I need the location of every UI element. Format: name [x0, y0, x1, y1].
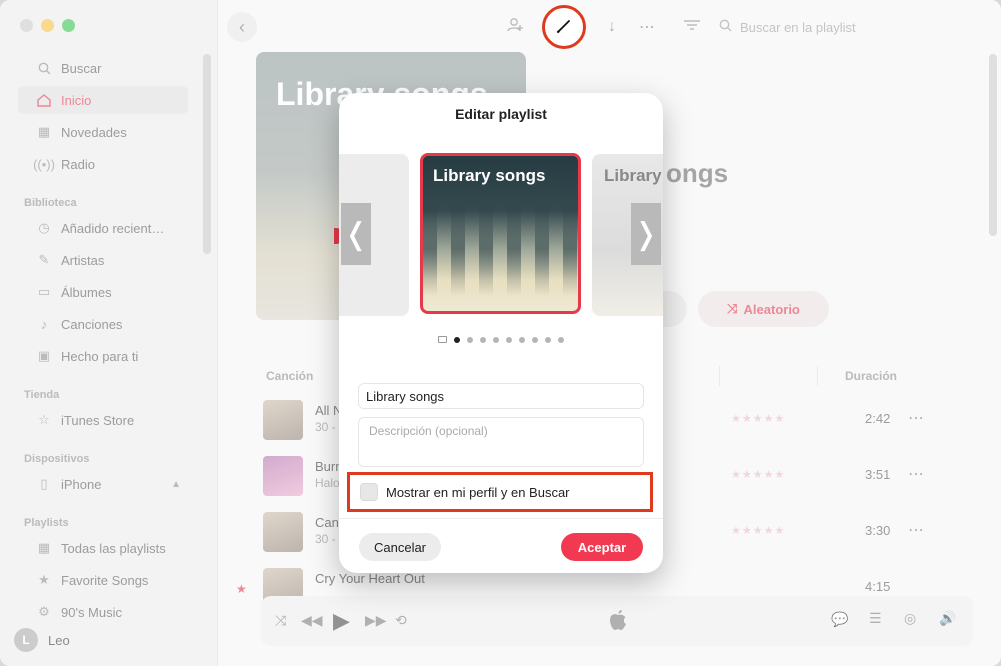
music-window: Buscar Inicio ▦ Novedades ((•)) Radio Bi… — [0, 0, 1001, 666]
photo-icon[interactable] — [438, 336, 447, 343]
chevron-left-icon: ❬ — [343, 217, 369, 251]
page-dot[interactable] — [558, 336, 564, 343]
artwork-option-selected[interactable]: Library songs — [420, 153, 581, 314]
dialog-title: Editar playlist — [455, 106, 547, 122]
page-dot[interactable] — [480, 336, 486, 343]
show-in-profile-option[interactable]: Mostrar en mi perfil y en Buscar — [347, 472, 653, 512]
show-in-profile-label: Mostrar en mi perfil y en Buscar — [386, 484, 570, 500]
edit-playlist-dialog: Editar playlist Library songs Library ❬ … — [339, 93, 663, 573]
page-dot[interactable] — [519, 336, 525, 343]
edit-playlist-button[interactable] — [542, 5, 586, 49]
page-dot[interactable] — [467, 336, 473, 343]
page-dot[interactable] — [506, 336, 512, 343]
divider — [339, 518, 663, 519]
page-dot[interactable] — [545, 336, 551, 343]
artwork-carousel: Library songs Library ❬ ❭ — [339, 153, 663, 317]
pencil-icon — [555, 17, 573, 38]
chevron-right-icon: ❭ — [633, 217, 659, 251]
artwork-title: Library — [604, 166, 662, 185]
page-dot[interactable] — [493, 336, 499, 343]
page-dot[interactable] — [532, 336, 538, 343]
carousel-previous-button[interactable]: ❬ — [341, 203, 371, 265]
artwork-title: Library songs — [433, 166, 546, 185]
cancel-button[interactable]: Cancelar — [359, 533, 441, 561]
show-in-profile-checkbox[interactable] — [360, 483, 378, 501]
page-dot[interactable] — [454, 336, 460, 343]
accept-button[interactable]: Aceptar — [561, 533, 643, 561]
carousel-next-button[interactable]: ❭ — [631, 203, 661, 265]
playlist-name-field[interactable]: Library songs — [358, 383, 644, 409]
description-field[interactable]: Descripción (opcional) — [358, 417, 644, 467]
carousel-page-indicator — [339, 336, 663, 343]
